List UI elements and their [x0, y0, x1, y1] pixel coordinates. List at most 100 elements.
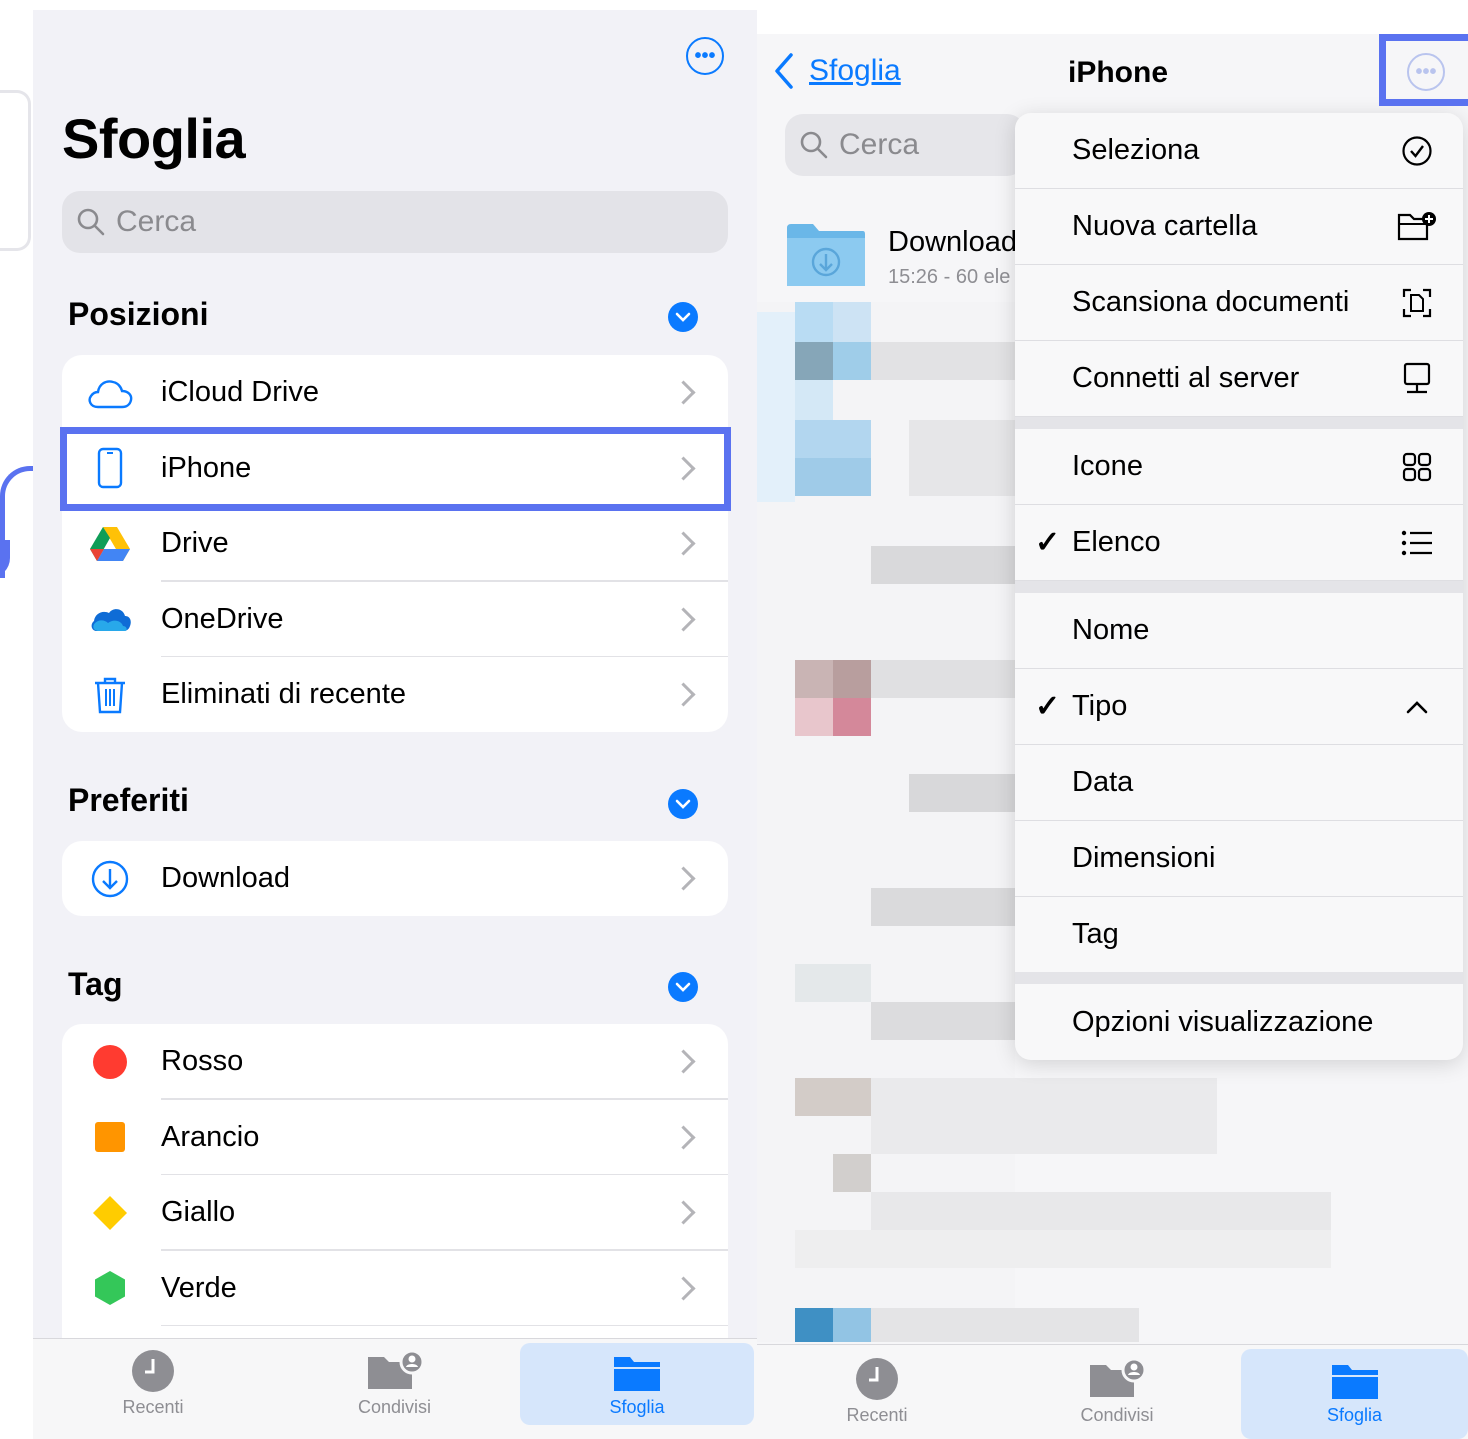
menu-item-sort-name[interactable]: Nome: [1015, 593, 1463, 669]
tag-item-green[interactable]: Verde: [62, 1251, 728, 1326]
collapse-favorites-button[interactable]: [668, 789, 698, 819]
menu-label: Data: [1072, 766, 1134, 798]
checkmark-circle-icon: [1397, 131, 1437, 171]
menu-label: Connetti al server: [1072, 362, 1300, 394]
tag-item-yellow[interactable]: Giallo: [62, 1175, 728, 1251]
chevron-down-icon: [675, 982, 691, 992]
new-folder-icon: [1397, 207, 1437, 247]
folder-icon: [1330, 1361, 1380, 1401]
iphone-row-highlight: [60, 427, 731, 511]
location-item-onedrive[interactable]: OneDrive: [62, 582, 728, 657]
menu-label: Nuova cartella: [1072, 210, 1258, 242]
download-icon: [86, 855, 134, 903]
menu-item-sort-type[interactable]: ✓ Tipo: [1015, 669, 1463, 745]
browse-sidebar: ••• Sfoglia Cerca Posizioni iCloud Drive…: [33, 10, 757, 1439]
clock-icon: [131, 1349, 175, 1393]
tab-label: Condivisi: [1080, 1405, 1154, 1425]
location-label: Eliminati di recente: [161, 678, 406, 711]
tag-item-orange[interactable]: Arancio: [62, 1100, 728, 1175]
menu-item-sort-date[interactable]: Data: [1015, 745, 1463, 821]
orange-tag-icon: [86, 1113, 134, 1161]
menu-item-select[interactable]: Seleziona: [1015, 113, 1463, 189]
back-label: Sfoglia: [809, 54, 901, 87]
tab-label: Sfoglia: [609, 1397, 665, 1417]
tab-bar: Recenti Condivisi Sfoglia: [33, 1338, 757, 1439]
tab-label: Sfoglia: [1326, 1405, 1383, 1425]
shared-folder-icon: [1088, 1357, 1147, 1401]
chevron-right-icon: [671, 380, 696, 405]
folder-icon: [612, 1353, 662, 1393]
menu-label: Nome: [1072, 614, 1150, 646]
tab-shared[interactable]: Condivisi: [997, 1345, 1237, 1435]
row-divider: [161, 1324, 728, 1326]
page-title: Sfoglia: [62, 107, 246, 170]
tab-recents[interactable]: Recenti: [757, 1345, 997, 1435]
location-label: iCloud Drive: [161, 376, 319, 409]
menu-label: Tag: [1072, 918, 1119, 950]
tab-label: Recenti: [846, 1405, 908, 1425]
location-label: Drive: [161, 527, 229, 560]
tag-label: Verde: [161, 1271, 237, 1304]
menu-item-connect-server[interactable]: Connetti al server: [1015, 341, 1463, 417]
chevron-right-icon: [671, 682, 696, 707]
more-button-highlight: [1379, 34, 1468, 106]
more-options-button[interactable]: •••: [686, 37, 724, 75]
location-item-icloud[interactable]: iCloud Drive: [62, 355, 728, 431]
tag-item-red[interactable]: Rosso: [62, 1024, 728, 1100]
clock-icon: [855, 1357, 899, 1401]
folder-download-icon: [787, 224, 865, 286]
menu-item-new-folder[interactable]: Nuova cartella: [1015, 189, 1463, 265]
menu-item-sort-size[interactable]: Dimensioni: [1015, 821, 1463, 897]
chevron-right-icon: [671, 1125, 696, 1150]
tab-label: Recenti: [122, 1397, 184, 1417]
tab-shared[interactable]: Condivisi: [273, 1339, 516, 1421]
red-tag-icon: [86, 1038, 134, 1086]
back-button[interactable]: Sfoglia: [773, 52, 901, 90]
menu-item-icons-view[interactable]: Icone: [1015, 429, 1463, 505]
menu-group-separator: [1015, 581, 1463, 593]
location-item-drive[interactable]: Drive: [62, 506, 728, 582]
tab-recents[interactable]: Recenti: [33, 1339, 273, 1421]
menu-label: Icone: [1072, 450, 1143, 482]
collapse-positions-button[interactable]: [668, 302, 698, 332]
cloud-icon: [86, 369, 134, 417]
folder-item-download[interactable]: Download 15:26 - 60 ele: [785, 222, 1025, 292]
google-drive-icon: [86, 520, 134, 568]
favorite-item-download[interactable]: Download: [62, 841, 728, 916]
menu-label: Tipo: [1072, 690, 1128, 722]
iphone-folder-view: Sfoglia iPhone ••• Cerca Download 15:26 …: [757, 34, 1468, 1439]
location-item-recently-deleted[interactable]: Eliminati di recente: [62, 657, 728, 732]
grid-icon: [1397, 447, 1437, 487]
collapse-tags-button[interactable]: [668, 972, 698, 1002]
chevron-down-icon: [675, 799, 691, 809]
checkmark-icon: ✓: [1035, 690, 1061, 723]
onedrive-icon: [86, 595, 134, 643]
context-menu: Seleziona Nuova cartella Scansiona docum…: [1015, 113, 1463, 1060]
menu-item-scan-documents[interactable]: Scansiona documenti: [1015, 265, 1463, 341]
search-input[interactable]: Cerca: [62, 191, 728, 253]
menu-item-view-options[interactable]: Opzioni visualizzazione: [1015, 984, 1463, 1060]
menu-item-list-view[interactable]: ✓ Elenco: [1015, 505, 1463, 581]
checkmark-icon: ✓: [1035, 526, 1061, 559]
menu-label: Elenco: [1072, 526, 1161, 558]
tag-label: Giallo: [161, 1196, 236, 1229]
chevron-left-icon: [775, 53, 793, 89]
locations-list: iCloud Drive iPhone Drive OneDrive Elimi…: [62, 355, 728, 732]
tab-label: Condivisi: [357, 1397, 432, 1417]
search-input[interactable]: Cerca: [785, 114, 1025, 176]
server-icon: [1397, 359, 1437, 399]
trash-icon: [86, 671, 134, 719]
tab-browse[interactable]: Sfoglia: [520, 1343, 754, 1425]
tab-browse[interactable]: Sfoglia: [1241, 1349, 1468, 1439]
search-icon: [800, 131, 828, 159]
list-icon: [1397, 523, 1437, 563]
menu-group-separator: [1015, 417, 1463, 429]
section-title-favorites: Preferiti: [68, 782, 189, 818]
tag-label: Rosso: [161, 1045, 244, 1078]
tags-list: Rosso Arancio Giallo Verde: [62, 1024, 728, 1354]
favorite-label: Download: [161, 862, 290, 895]
yellow-tag-icon: [86, 1189, 134, 1237]
menu-item-sort-tag[interactable]: Tag: [1015, 897, 1463, 972]
chevron-right-icon: [671, 866, 696, 891]
search-placeholder: Cerca: [839, 128, 920, 161]
